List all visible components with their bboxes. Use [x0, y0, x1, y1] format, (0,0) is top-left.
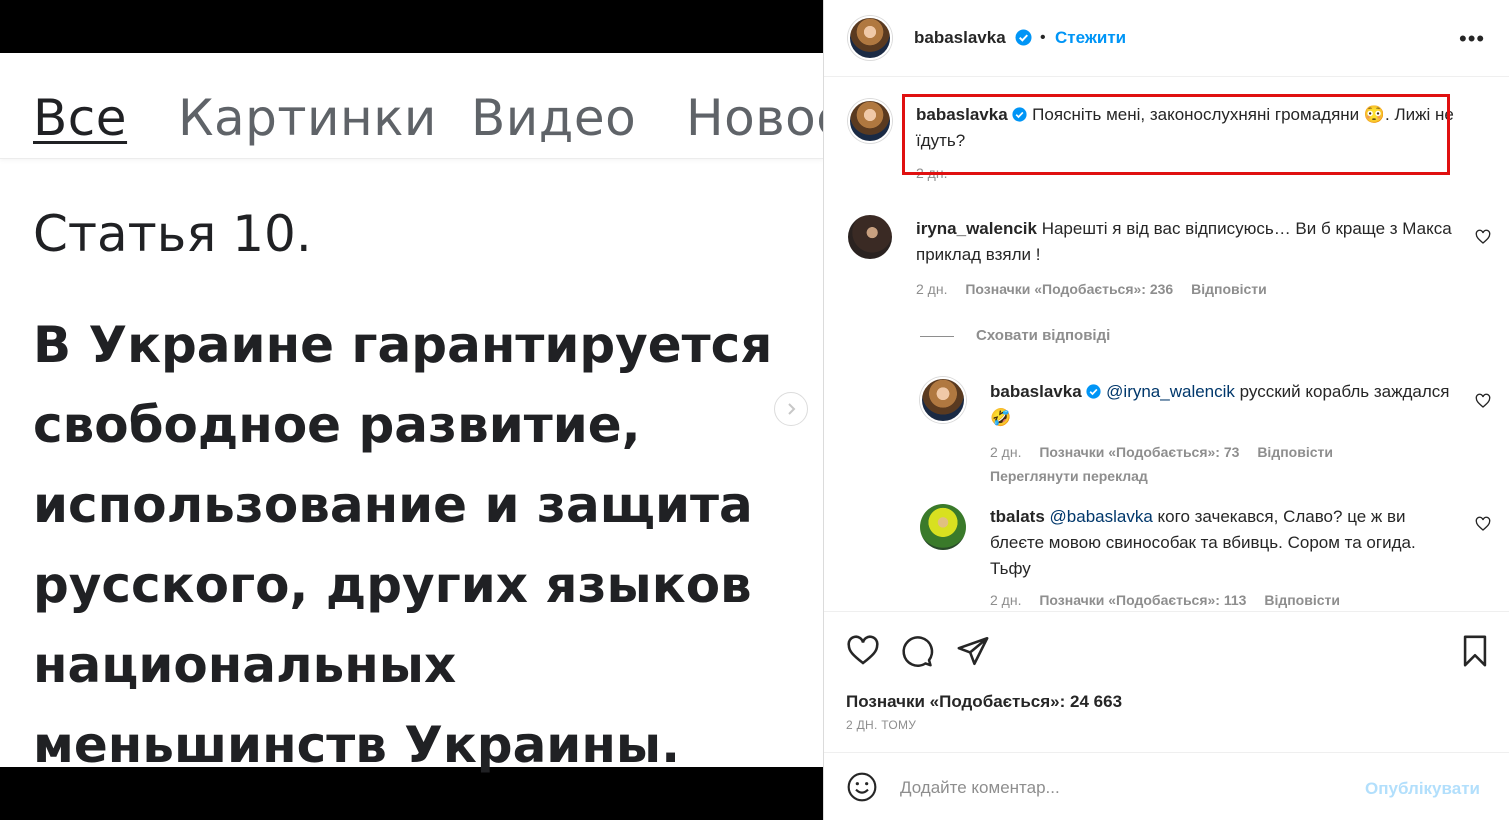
caption-avatar[interactable]: [848, 99, 892, 143]
publish-button[interactable]: Опублікувати: [1365, 779, 1480, 799]
reply-likes[interactable]: Позначки «Подобається»: 113: [1039, 592, 1246, 608]
more-options-button[interactable]: •••: [1459, 26, 1485, 52]
search-tabs: Все Картинки Видео Новос: [0, 53, 823, 159]
heart-icon[interactable]: [1475, 229, 1491, 245]
tab-video: Видео: [471, 89, 637, 147]
emoji-icon[interactable]: [846, 771, 878, 803]
reply-username[interactable]: tbalats: [990, 507, 1045, 526]
reply-meta: 2 дн. Позначки «Подобається»: 113 Відпов…: [990, 592, 1354, 608]
reply-text: tbalats @babaslavka кого зачекався, Слав…: [990, 504, 1460, 582]
avatar[interactable]: [848, 16, 892, 60]
comment-avatar[interactable]: [848, 215, 892, 259]
reply-time: 2 дн.: [990, 444, 1022, 460]
chevron-right-icon: [788, 403, 796, 415]
tab-images: Картинки: [178, 89, 437, 147]
comments-list[interactable]: babaslavka Поясніть мені, законослухняні…: [824, 77, 1509, 612]
comment-bubble-icon[interactable]: [900, 634, 934, 668]
reply-avatar[interactable]: [920, 377, 966, 423]
reply-username[interactable]: babaslavka: [990, 382, 1082, 401]
article-line: В Украине гарантируется: [33, 316, 773, 374]
comment-username[interactable]: iryna_walencik: [916, 219, 1037, 238]
post-sidebar: babaslavka • Стежити ••• babaslavka Пояс…: [823, 0, 1509, 820]
post-time-ago: 2 ДН. ТОМУ: [846, 718, 917, 732]
screenshot-sheet: Все Картинки Видео Новос Статья 10. В Ук…: [0, 53, 823, 774]
like-heart-icon[interactable]: [846, 634, 880, 668]
post-image[interactable]: Все Картинки Видео Новос Статья 10. В Ук…: [0, 0, 823, 820]
share-send-icon[interactable]: [956, 634, 990, 668]
tab-all: Все: [33, 89, 128, 147]
see-translation-button[interactable]: Переглянути переклад: [990, 468, 1148, 484]
post-header: babaslavka • Стежити •••: [824, 0, 1509, 77]
translate-meta: Переглянути переклад: [990, 468, 1162, 484]
separator-dot: •: [1040, 29, 1046, 46]
comment-likes[interactable]: Позначки «Подобається»: 236: [965, 281, 1173, 297]
article-line: национальных: [33, 636, 457, 694]
comment-text: iryna_walencik Нарешті я від вас відпису…: [916, 216, 1456, 268]
comment-meta: 2 дн. Позначки «Подобається»: 236 Відпов…: [916, 281, 1281, 297]
comment-composer: Опублікувати: [824, 752, 1509, 820]
reply-mention[interactable]: @iryna_walencik: [1106, 382, 1235, 401]
likes-count[interactable]: Позначки «Подобається»: 24 663: [846, 692, 1122, 712]
header-username[interactable]: babaslavka: [914, 28, 1006, 48]
article-line: меньшинств Украины.: [33, 716, 681, 774]
article-line: русского, других языков: [33, 556, 752, 614]
reply-meta: 2 дн. Позначки «Подобається»: 73 Відпові…: [990, 444, 1347, 460]
post-actions: [824, 612, 1509, 692]
article-body: В Украине гарантируется свободное развит…: [33, 305, 793, 785]
article-line: свободное развитие,: [33, 396, 641, 454]
reply-likes[interactable]: Позначки «Подобається»: 73: [1039, 444, 1239, 460]
comment-time: 2 дн.: [916, 281, 948, 297]
follow-button[interactable]: Стежити: [1055, 28, 1126, 48]
article-line: использование и защита: [33, 476, 753, 534]
reply-avatar[interactable]: [920, 504, 966, 550]
reply-time: 2 дн.: [990, 592, 1022, 608]
verified-icon: [1015, 29, 1032, 46]
heart-icon[interactable]: [1475, 393, 1491, 409]
hide-replies-button[interactable]: Сховати відповіді: [920, 327, 1110, 344]
highlight-box: [902, 94, 1450, 175]
article-heading: Статья 10.: [33, 205, 312, 263]
reply-button[interactable]: Відповісти: [1191, 281, 1267, 297]
carousel-next-button[interactable]: [774, 392, 808, 426]
bookmark-icon[interactable]: [1458, 634, 1492, 668]
tab-news: Новос: [686, 89, 823, 147]
instagram-post-view: Все Картинки Видео Новос Статья 10. В Ук…: [0, 0, 1509, 820]
reply-text: babaslavka @iryna_walencik русский кораб…: [990, 379, 1460, 431]
reply-button[interactable]: Відповісти: [1257, 444, 1333, 460]
verified-icon: [1086, 384, 1102, 399]
reply-mention[interactable]: @babaslavka: [1050, 507, 1153, 526]
heart-icon[interactable]: [1475, 516, 1491, 532]
comment-input[interactable]: [900, 775, 1350, 801]
reply-button[interactable]: Відповісти: [1264, 592, 1340, 608]
